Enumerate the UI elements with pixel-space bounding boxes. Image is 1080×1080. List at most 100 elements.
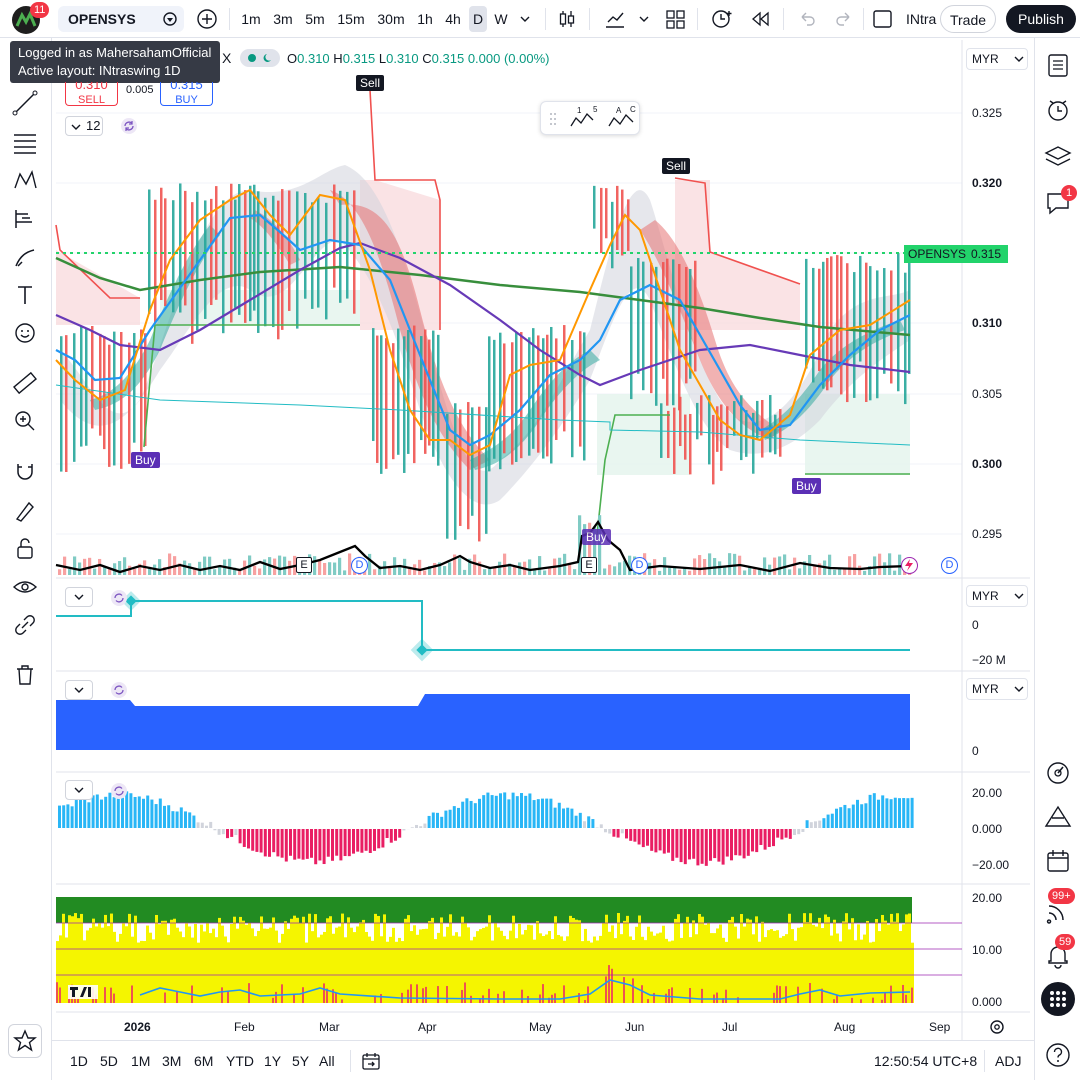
histogram-bar xyxy=(385,829,389,839)
pane3-currency[interactable]: MYR xyxy=(966,678,1028,700)
candle-down xyxy=(600,187,603,254)
histogram-bar xyxy=(583,821,586,828)
candle-down xyxy=(108,344,111,467)
indicators-toggle[interactable]: 12 xyxy=(65,116,103,136)
histogram-bar xyxy=(301,829,305,860)
status-dots-icon xyxy=(248,54,271,62)
earnings-marker[interactable]: E xyxy=(296,557,312,573)
eye-toggle-group[interactable] xyxy=(240,49,280,67)
range-1d[interactable]: 1D xyxy=(70,1053,88,1069)
volume-bar xyxy=(73,556,77,575)
histogram-bar xyxy=(910,797,914,828)
pane5-red-bar xyxy=(776,985,778,1003)
pane5-yellow-bar xyxy=(236,928,239,1003)
pane5-yellow-bar xyxy=(734,926,737,1003)
histogram-bar xyxy=(356,829,360,852)
histogram-bar xyxy=(612,829,616,837)
refresh-icon[interactable] xyxy=(110,782,128,800)
buy-signal[interactable]: Buy xyxy=(792,478,821,494)
settings-gear-icon[interactable] xyxy=(987,1018,1007,1036)
histogram-bar xyxy=(486,792,490,828)
pane5-yellow-bar xyxy=(839,941,842,1003)
pane5-yellow-bar xyxy=(386,941,389,1003)
histogram-bar xyxy=(465,798,469,828)
pane3-collapse[interactable] xyxy=(65,680,93,700)
split-marker[interactable] xyxy=(901,557,918,574)
pane5-yellow-bar xyxy=(263,928,266,1003)
histogram-bar xyxy=(633,829,637,842)
pane2-collapse[interactable] xyxy=(65,587,93,607)
chart-canvas[interactable] xyxy=(0,0,1080,1080)
histogram-bar xyxy=(104,796,108,828)
histogram-bar xyxy=(469,800,473,828)
pane5-yellow-bar xyxy=(896,913,899,1003)
candle-down xyxy=(511,342,514,465)
adj-toggle[interactable]: ADJ xyxy=(995,1053,1021,1069)
volume-bar xyxy=(603,568,607,575)
pane5-yellow-bar xyxy=(695,934,698,1003)
currency-selector[interactable]: MYR xyxy=(966,48,1028,70)
pane5-yellow-bar xyxy=(209,933,212,1003)
candle-up xyxy=(630,266,633,400)
histogram-bar xyxy=(331,829,334,861)
pane5-yellow-bar xyxy=(758,941,761,1003)
candle-up xyxy=(822,261,825,389)
sell-signal[interactable]: Sell xyxy=(356,75,385,91)
volume-bar xyxy=(213,569,217,575)
histogram-bar xyxy=(389,829,393,843)
histogram-bar xyxy=(234,829,238,836)
candle-up xyxy=(550,326,553,464)
pane5-yellow-bar xyxy=(365,931,368,1003)
date-tick: Jun xyxy=(625,1020,645,1034)
pane4-collapse[interactable] xyxy=(65,780,93,800)
histogram-bar xyxy=(843,804,847,828)
clock[interactable]: 12:50:54 UTC+8 xyxy=(874,1053,977,1069)
buy-signal[interactable]: Buy xyxy=(131,452,160,468)
pane5-red-bar xyxy=(701,988,703,1003)
range-5y[interactable]: 5Y xyxy=(292,1053,309,1069)
range-6m[interactable]: 6M xyxy=(194,1053,213,1069)
range-1m[interactable]: 1M xyxy=(131,1053,150,1069)
pane5-red-bar xyxy=(725,989,727,1003)
dividend-marker[interactable]: D xyxy=(941,557,958,574)
candle-down xyxy=(666,258,669,406)
pane5-red-bar xyxy=(860,999,862,1003)
pane5-yellow-bar xyxy=(119,933,122,1003)
histogram-bar xyxy=(247,829,250,849)
volume-bar xyxy=(863,570,867,575)
candle-up xyxy=(593,185,596,229)
histogram-bar xyxy=(713,829,717,859)
sell-button[interactable]: 0.310 SELL xyxy=(65,82,118,106)
volume-bar xyxy=(728,553,732,575)
range-3m[interactable]: 3M xyxy=(162,1053,181,1069)
candle-up xyxy=(325,202,328,320)
pattern-widget[interactable]: 1 5 AC xyxy=(540,101,640,135)
pane2-currency[interactable]: MYR xyxy=(966,585,1028,607)
histogram-bar xyxy=(906,798,910,828)
refresh-icon[interactable] xyxy=(110,589,128,607)
dividend-marker[interactable]: D xyxy=(351,557,368,574)
histogram-bar xyxy=(809,822,813,828)
range-5d[interactable]: 5D xyxy=(100,1053,118,1069)
range-ytd[interactable]: YTD xyxy=(226,1053,254,1069)
histogram-bar xyxy=(91,795,95,828)
histogram-bar xyxy=(121,797,124,828)
volume-bar xyxy=(668,567,672,575)
refresh-icon[interactable] xyxy=(110,681,128,699)
pane5-yellow-bar xyxy=(803,913,806,1003)
earnings-marker[interactable]: E xyxy=(581,557,597,573)
sell-signal[interactable]: Sell xyxy=(662,158,691,174)
range-1y[interactable]: 1Y xyxy=(264,1053,281,1069)
buy-button[interactable]: 0.315 BUY xyxy=(160,82,213,106)
histogram-bar xyxy=(205,825,208,828)
date-range-icon[interactable] xyxy=(360,1050,382,1072)
pane5-yellow-bar xyxy=(848,929,851,1003)
refresh-icon[interactable] xyxy=(120,117,138,135)
dividend-marker[interactable]: D xyxy=(631,557,648,574)
pane5-yellow-bar xyxy=(404,918,407,1003)
histogram-bar xyxy=(280,829,284,858)
buy-signal[interactable]: Buy xyxy=(582,529,611,545)
pane5-yellow-bar xyxy=(728,920,731,1003)
pane5-yellow-bar xyxy=(287,928,290,1003)
range-all[interactable]: All xyxy=(319,1053,335,1069)
